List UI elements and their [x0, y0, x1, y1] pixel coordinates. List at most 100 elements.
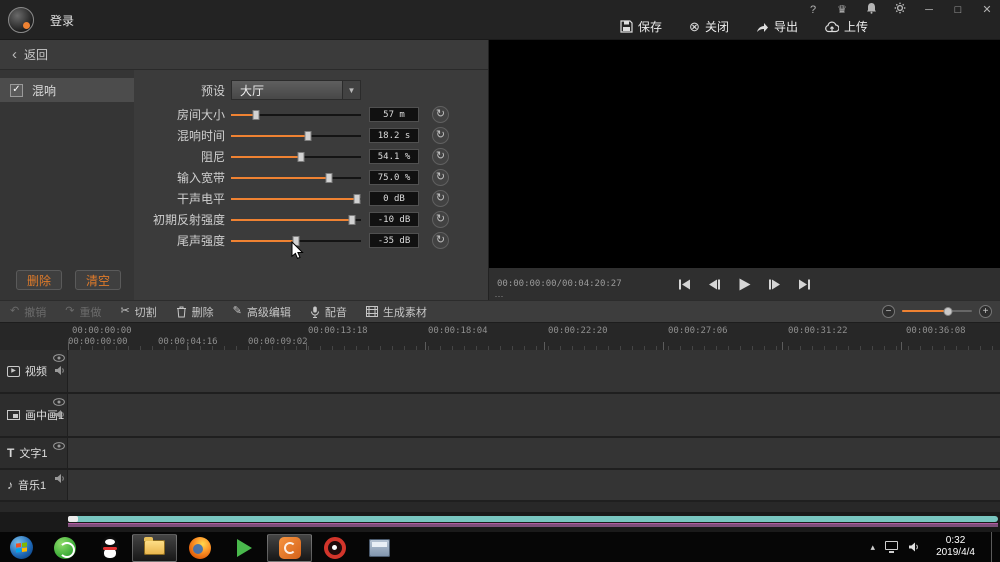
damping-value[interactable]: 54.1 % — [369, 149, 419, 164]
upload-button[interactable]: 上传 — [825, 18, 868, 35]
clear-effect-button[interactable]: 清空 — [75, 270, 121, 290]
maximize-button[interactable]: □ — [951, 3, 965, 17]
horizontal-scrollbar[interactable] — [68, 516, 998, 522]
save-button[interactable]: 保存 — [620, 18, 662, 35]
tail-level-slider[interactable] — [231, 235, 361, 247]
reset-icon[interactable]: ↻ — [432, 232, 449, 249]
taskbar-item-firefox[interactable] — [177, 534, 222, 562]
volume-icon[interactable] — [908, 542, 920, 552]
advanced-edit-button[interactable]: ✎ 高级编辑 — [233, 304, 291, 320]
scrollbar-playhead-segment[interactable] — [68, 516, 78, 522]
dubbing-button[interactable]: 配音 — [310, 304, 347, 320]
slider-thumb[interactable] — [292, 235, 300, 246]
next-frame-button[interactable] — [768, 279, 781, 290]
slider-thumb[interactable] — [353, 193, 361, 204]
cut-button[interactable]: ✂ 切割 — [120, 304, 156, 320]
speaker-icon[interactable] — [54, 410, 65, 419]
minimize-button[interactable]: ─ — [922, 3, 936, 17]
chevron-down-icon[interactable]: ▼ — [342, 81, 360, 99]
timeline-ruler[interactable]: 00:00:00:00 00:00:13:18 00:00:18:04 00:0… — [0, 322, 1000, 350]
previous-frame-button[interactable] — [708, 279, 721, 290]
back-button[interactable]: ‹ 返回 — [0, 40, 488, 70]
slider-thumb[interactable] — [297, 151, 305, 162]
notification-bell-icon[interactable] — [864, 2, 878, 18]
sidebar-item-reverb[interactable]: ✓ 混响 — [0, 78, 134, 102]
help-icon[interactable]: ? — [806, 3, 820, 17]
taskbar-item-window-app[interactable] — [357, 534, 402, 562]
login-button[interactable]: 登录 — [50, 12, 74, 29]
music-track-header[interactable]: ♪ 音乐1 — [0, 470, 68, 500]
reverb-time-value[interactable]: 18.2 s — [369, 128, 419, 143]
zoom-slider-thumb[interactable] — [943, 307, 952, 316]
clip-strip[interactable] — [68, 523, 998, 527]
app-logo-avatar[interactable] — [8, 7, 34, 33]
room-size-slider[interactable] — [231, 109, 361, 121]
taskbar-clock[interactable]: 0:32 2019/4/4 — [936, 535, 975, 560]
dry-level-slider[interactable] — [231, 193, 361, 205]
music-track-lane[interactable] — [68, 470, 1000, 500]
speaker-icon[interactable] — [54, 474, 65, 483]
reset-icon[interactable]: ↻ — [432, 148, 449, 165]
reset-icon[interactable]: ↻ — [432, 190, 449, 207]
slider-thumb[interactable] — [348, 214, 356, 225]
reset-icon[interactable]: ↻ — [432, 106, 449, 123]
undo-button[interactable]: ↶ 撤销 — [10, 304, 46, 320]
delete-effect-button[interactable]: 删除 — [16, 270, 62, 290]
text-track-header[interactable]: T 文字1 — [0, 438, 68, 468]
network-monitor-icon[interactable] — [885, 541, 899, 553]
reverb-settings: 预设 大厅 ▼ 房间大小 57 m ↻ 混响时间 18.2 s ↻ 阻尼 54.… — [135, 76, 489, 251]
slider-row-damping: 阻尼 54.1 % ↻ — [135, 146, 489, 167]
zoom-slider[interactable] — [902, 307, 972, 316]
damping-slider[interactable] — [231, 151, 361, 163]
early-reflection-slider[interactable] — [231, 214, 361, 226]
text-track-lane[interactable] — [68, 438, 1000, 468]
close-window-button[interactable]: ✕ — [980, 3, 994, 17]
show-desktop-button[interactable] — [991, 532, 998, 562]
video-track-header[interactable]: ▶ 视频 — [0, 350, 68, 392]
vip-crown-icon[interactable]: ♛ — [835, 3, 849, 17]
room-size-value[interactable]: 57 m — [369, 107, 419, 122]
slider-thumb[interactable] — [304, 130, 312, 141]
video-preview[interactable] — [489, 40, 1000, 268]
checkbox-checked-icon[interactable]: ✓ — [10, 83, 23, 97]
reset-icon[interactable]: ↻ — [432, 211, 449, 228]
redo-button[interactable]: ↷ 重做 — [65, 304, 101, 320]
taskbar-item-video-editor[interactable] — [267, 533, 312, 562]
reset-icon[interactable]: ↻ — [432, 127, 449, 144]
zoom-out-icon[interactable]: − — [882, 305, 895, 318]
skip-to-start-button[interactable] — [678, 279, 691, 290]
generate-material-button[interactable]: 生成素材 — [365, 304, 427, 320]
reverb-time-slider[interactable] — [231, 130, 361, 142]
slider-thumb[interactable] — [325, 172, 332, 183]
dry-level-value[interactable]: 0 dB — [369, 191, 419, 206]
eye-icon[interactable] — [53, 398, 65, 406]
pip-track-lane[interactable] — [68, 394, 1000, 436]
play-button[interactable] — [738, 278, 751, 291]
tray-expand-icon[interactable]: ▴ — [871, 542, 876, 553]
panel-splitter-handle[interactable]: ⋯ — [0, 292, 1000, 301]
video-track-lane[interactable] — [68, 350, 1000, 392]
zoom-in-icon[interactable]: + — [979, 305, 992, 318]
early-reflection-value[interactable]: -10 dB — [369, 212, 419, 227]
eye-icon[interactable] — [53, 442, 65, 450]
reset-icon[interactable]: ↻ — [432, 169, 449, 186]
settings-gear-icon[interactable] — [893, 1, 907, 18]
speaker-icon[interactable] — [54, 366, 65, 375]
taskbar-item-recorder[interactable] — [312, 534, 357, 562]
taskbar-item-green-play[interactable] — [222, 534, 267, 562]
taskbar-item-qq[interactable] — [87, 534, 132, 562]
delete-clip-button[interactable]: 删除 — [176, 304, 214, 320]
close-project-button[interactable]: ⊗ 关闭 — [689, 18, 729, 35]
pip-track-header[interactable]: 画中画1 — [0, 394, 68, 436]
input-bandwidth-slider[interactable] — [231, 172, 361, 184]
skip-to-end-button[interactable] — [798, 279, 811, 290]
eye-icon[interactable] — [53, 354, 65, 362]
preset-dropdown[interactable]: 大厅 ▼ — [231, 80, 361, 100]
taskbar-item-browser-green[interactable] — [42, 534, 87, 562]
input-bandwidth-value[interactable]: 75.0 % — [369, 170, 419, 185]
taskbar-item-explorer[interactable] — [132, 533, 177, 562]
export-button[interactable]: 导出 — [756, 18, 798, 35]
tail-level-value[interactable]: -35 dB — [369, 233, 419, 248]
slider-thumb[interactable] — [252, 109, 260, 120]
start-button[interactable] — [0, 534, 42, 562]
